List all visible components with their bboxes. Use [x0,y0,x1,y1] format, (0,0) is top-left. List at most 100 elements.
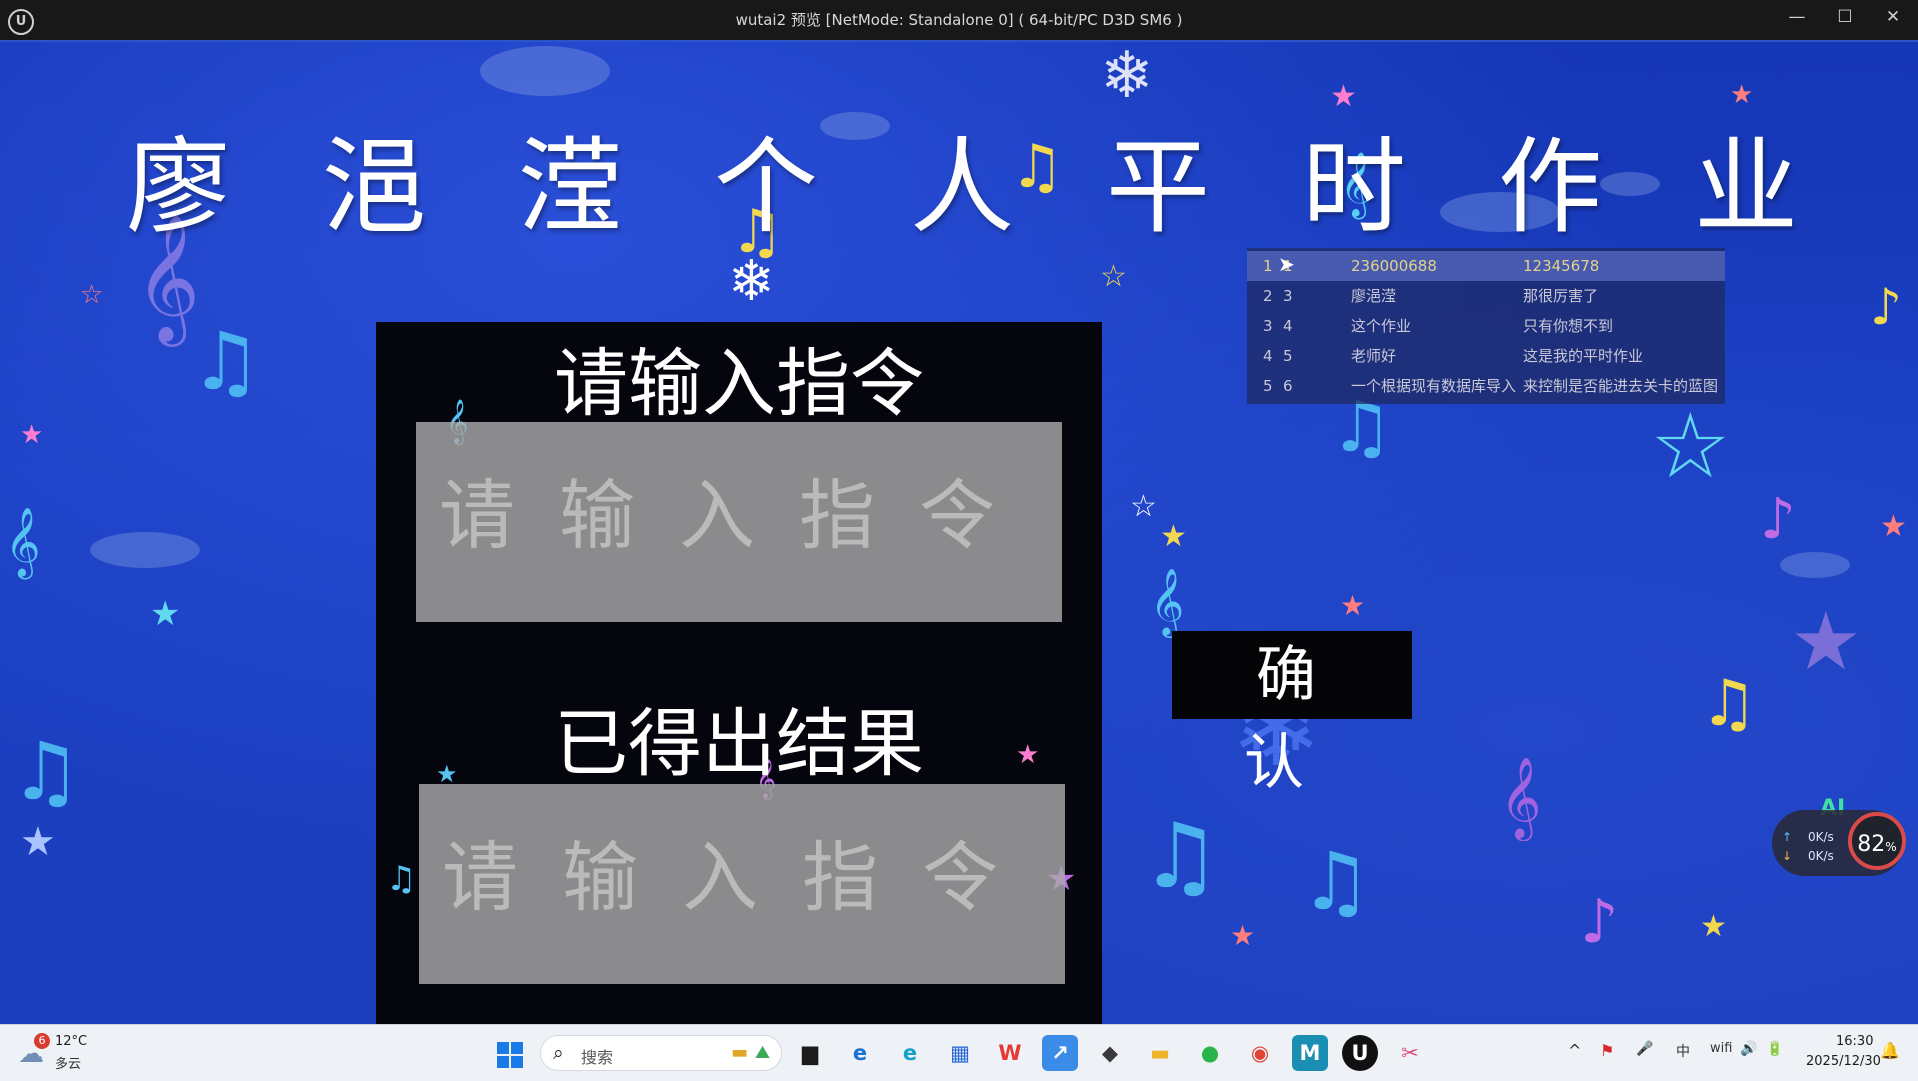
star-icon: ☆ [1650,394,1731,499]
music-note-icon: ♪ [1870,278,1902,336]
star-icon: ★ [1700,909,1727,944]
memory-usage-ring: 82% [1848,812,1906,870]
memory-usage-unit: % [1885,840,1897,854]
edge-app-icon[interactable]: e [892,1035,928,1071]
wps-app-icon[interactable]: W [992,1035,1028,1071]
upload-arrow-icon: ↑ [1782,830,1793,844]
table-row[interactable]: 3 4 这个作业 只有你想不到 [1247,311,1725,341]
result-output-placeholder: 请输入指令 [442,833,1042,922]
command-heading: 请输入指令 [554,341,924,427]
download-rate: 0K/s [1808,849,1834,863]
title-char: 廖 [126,126,231,248]
row-index: 3 [1263,317,1273,335]
download-arrow-icon: ↓ [1782,849,1793,863]
row-id: 5 [1283,347,1293,365]
row-id: 3 [1283,287,1293,305]
result-heading: 已得出结果 [554,701,924,787]
star-icon: ☆ [1100,259,1127,294]
table-row[interactable]: 1 1 236000688 12345678 [1247,251,1725,281]
row-index: 5 [1263,377,1273,395]
clock-date[interactable]: 2025/12/30 [1806,1054,1881,1069]
table-row[interactable]: 5 6 一个根据现有数据库导入 来控制是否能进去关卡的蓝图 [1247,371,1725,401]
snowflake-icon: ❄ [728,249,775,314]
music-note-icon: ♫ [1700,667,1758,741]
command-input[interactable]: 请输入指令 [416,422,1062,622]
music-note-icon: ♪ [1580,887,1619,957]
unreal-app-icon[interactable]: U [1342,1035,1378,1071]
notification-bell-icon[interactable]: 🔔 [1880,1041,1900,1060]
show-hidden-icons-chevron-icon[interactable]: ^ [1568,1041,1581,1060]
store-app-icon[interactable]: ▦ [942,1035,978,1071]
search-highlight-icon: ▬ [731,1042,749,1063]
volume-icon[interactable]: 🔊 [1740,1041,1757,1057]
data-table: 1 1 236000688 12345678 2 3 廖浥滢 那很厉害了 3 4… [1247,248,1725,404]
weather-temperature[interactable]: 12°C [55,1034,87,1049]
star-icon: ☆ [1130,489,1157,524]
row-id: 6 [1283,377,1293,395]
star-icon: ★ [20,819,56,865]
unity-app-icon[interactable]: ◆ [1092,1035,1128,1071]
security-tray-icon[interactable]: ⚑ [1600,1041,1614,1060]
row-col2: 12345678 [1523,257,1600,275]
title-char: 浥 [322,126,427,248]
wechat-app-icon[interactable]: ● [1192,1035,1228,1071]
taskbar: ☁ 6 12°C 多云 ⌕ 搜索 ▬ ⛰ ▆ e e ▦ W ↗ ◆ ▬ ● ◉… [0,1024,1918,1081]
result-output[interactable]: 请输入指令 [419,784,1065,984]
game-viewport[interactable]: ❄ ❄ ❄ 𝄞 𝄞 𝄞 𝄞 𝄞 ♫ ♫ ♫ ♫ ♫ ♫ ♫ ♫ ♪ ♪ ♪ ☆ … [0,42,1918,1024]
title-char: 滢 [518,126,623,248]
weather-description[interactable]: 多云 [55,1053,81,1072]
chrome-app-icon[interactable]: ◉ [1242,1035,1278,1071]
table-row[interactable]: 4 5 老师好 这是我的平时作业 [1247,341,1725,371]
search-highlight-icon: ⛰ [755,1042,771,1063]
row-col1: 老师好 [1351,347,1397,365]
confirm-button[interactable]: 确 认 [1172,631,1412,798]
treble-clef-icon: 𝄞 [1150,567,1185,635]
window-title-bar: U wutai2 预览 [NetMode: Standalone 0] ( 64… [0,0,1918,42]
row-id: 4 [1283,317,1293,335]
taskbar-search[interactable]: ⌕ 搜索 ▬ ⛰ [540,1035,782,1071]
wifi-icon[interactable]: wifi [1710,1041,1732,1056]
star-icon: ★ [1230,919,1256,952]
snowflake-icon: ❄ [1100,42,1154,113]
maya-app-icon[interactable]: M [1292,1035,1328,1071]
upload-rate: 0K/s [1808,830,1834,844]
star-icon: ★ [20,420,44,450]
weather-badge: 6 [34,1033,50,1049]
music-note-icon: ♫ [1140,804,1221,909]
close-button[interactable]: ✕ [1870,0,1916,36]
title-char: 个 [714,126,819,248]
star-icon: ★ [1790,595,1862,688]
file-explorer-app-icon[interactable]: ▆ [792,1035,828,1071]
command-input-placeholder: 请输入指令 [439,471,1039,560]
title-char: 业 [1694,126,1799,248]
battery-icon[interactable]: 🔋 [1766,1041,1783,1057]
row-col1: 这个作业 [1351,317,1412,335]
minimize-button[interactable]: — [1774,0,1820,36]
treble-clef-icon: 𝄞 [1500,756,1542,838]
snipping-app-icon[interactable]: ✂ [1392,1035,1428,1071]
row-col2: 那很厉害了 [1523,287,1599,305]
search-icon: ⌕ [553,1042,564,1064]
windows-start-icon[interactable] [497,1042,523,1068]
row-col1: 一个根据现有数据库导入 [1351,377,1517,395]
title-char: 作 [1498,126,1603,248]
treble-clef-icon: 𝄞 [5,507,41,577]
row-col2: 只有你想不到 [1523,317,1614,335]
title-char: 时 [1302,126,1407,248]
window-title: wutai2 预览 [NetMode: Standalone 0] ( 64-b… [735,11,1183,29]
folder-app-icon[interactable]: ▬ [1142,1035,1178,1071]
row-index: 2 [1263,287,1273,305]
star-icon: ★ [1880,509,1907,544]
table-row[interactable]: 2 3 廖浥滢 那很厉害了 [1247,281,1725,311]
input-method-icon[interactable]: 中 [1676,1041,1690,1061]
star-icon: ★ [150,594,181,634]
maximize-button[interactable]: ☐ [1822,0,1868,36]
azure-app-icon[interactable]: ↗ [1042,1035,1078,1071]
row-index: 4 [1263,347,1273,365]
star-icon: ★ [1340,589,1366,622]
clock-time[interactable]: 16:30 [1836,1034,1873,1049]
page-title: 廖 浥 滢 个 人 平 时 作 业 [0,102,1918,248]
microphone-icon[interactable]: 🎤 [1636,1041,1653,1057]
title-char: 平 [1106,126,1211,248]
ie-app-icon[interactable]: e [842,1035,878,1071]
